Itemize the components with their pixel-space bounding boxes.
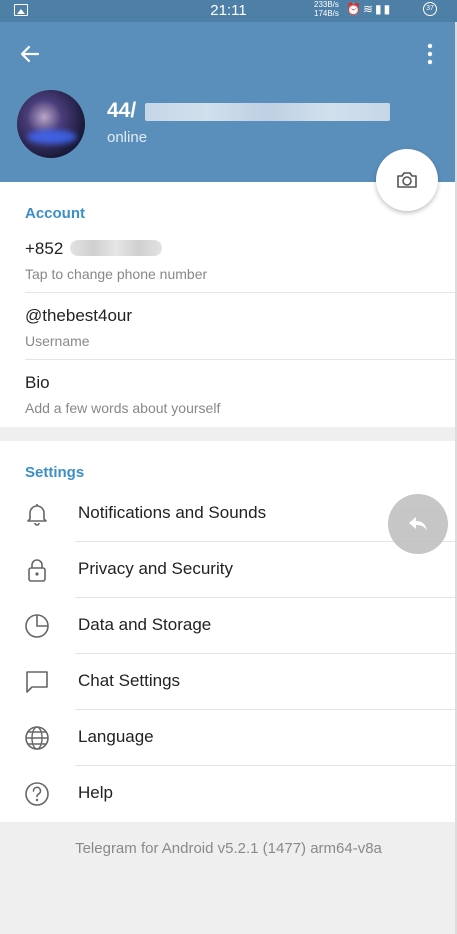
camera-icon: [397, 172, 417, 188]
settings-item-label: Language: [78, 727, 154, 746]
settings-section: Settings Notifications and Sounds Privac…: [0, 441, 457, 822]
settings-item-privacy[interactable]: Privacy and Security: [0, 541, 457, 597]
settings-item-language[interactable]: Language: [0, 709, 457, 765]
alarm-icon: ⏰: [346, 2, 363, 16]
settings-item-label: Privacy and Security: [78, 559, 233, 578]
set-photo-button[interactable]: [376, 149, 438, 211]
avatar-photo: [27, 130, 77, 144]
reply-icon: [409, 517, 427, 531]
settings-item-label: Notifications and Sounds: [78, 503, 267, 522]
bio-value: Bio: [25, 373, 50, 392]
status-icons: ⏰≋▮▮: [346, 2, 392, 16]
chat-bubble-icon: [26, 671, 48, 693]
floating-reply-button[interactable]: [388, 494, 448, 554]
app-version: Telegram for Android v5.2.1 (1477) arm64…: [75, 840, 382, 857]
profile-avatar[interactable]: [17, 90, 85, 158]
globe-icon: [25, 726, 49, 750]
account-section: Account +852 Tap to change phone number …: [0, 182, 457, 427]
divider: [25, 292, 457, 293]
profile-name: 44/: [107, 99, 137, 122]
help-circle-icon: [25, 782, 49, 806]
rate-down: 174B/s: [314, 9, 339, 18]
settings-section-title: Settings: [25, 464, 85, 481]
bio-hint: Add a few words about yourself: [25, 400, 221, 416]
settings-item-label: Chat Settings: [78, 671, 181, 690]
network-rates: 233B/s 174B/s: [314, 0, 339, 18]
phone-hint: Tap to change phone number: [25, 266, 208, 282]
wifi-icon: ≋: [362, 2, 376, 16]
username-value: @thebest4our: [25, 306, 133, 325]
back-button[interactable]: [18, 42, 42, 66]
signal-icon: ▮▮: [375, 2, 393, 16]
settings-item-data-storage[interactable]: Data and Storage: [0, 597, 457, 653]
phone-number: +852: [25, 239, 64, 258]
bell-icon: [27, 504, 47, 526]
profile-status: online: [107, 129, 148, 146]
arrow-left-icon: [20, 45, 40, 63]
battery-indicator: 37: [423, 2, 437, 16]
profile-name-redaction: [145, 103, 390, 121]
username-hint: Username: [25, 333, 90, 349]
account-section-title: Account: [25, 205, 85, 222]
more-options-button[interactable]: [418, 42, 442, 66]
phone-number-redaction: [70, 240, 162, 256]
rate-up: 233B/s: [314, 0, 339, 9]
settings-item-label: Help: [78, 783, 113, 802]
divider: [25, 359, 457, 360]
lock-icon: [28, 559, 46, 582]
more-vertical-icon: [427, 43, 433, 65]
status-bar: 21:11 233B/s 174B/s ⏰≋▮▮ 37: [0, 0, 457, 22]
settings-item-chat[interactable]: Chat Settings: [0, 653, 457, 709]
settings-item-label: Data and Storage: [78, 615, 212, 634]
pie-chart-icon: [25, 614, 49, 638]
settings-item-help[interactable]: Help: [0, 765, 457, 821]
